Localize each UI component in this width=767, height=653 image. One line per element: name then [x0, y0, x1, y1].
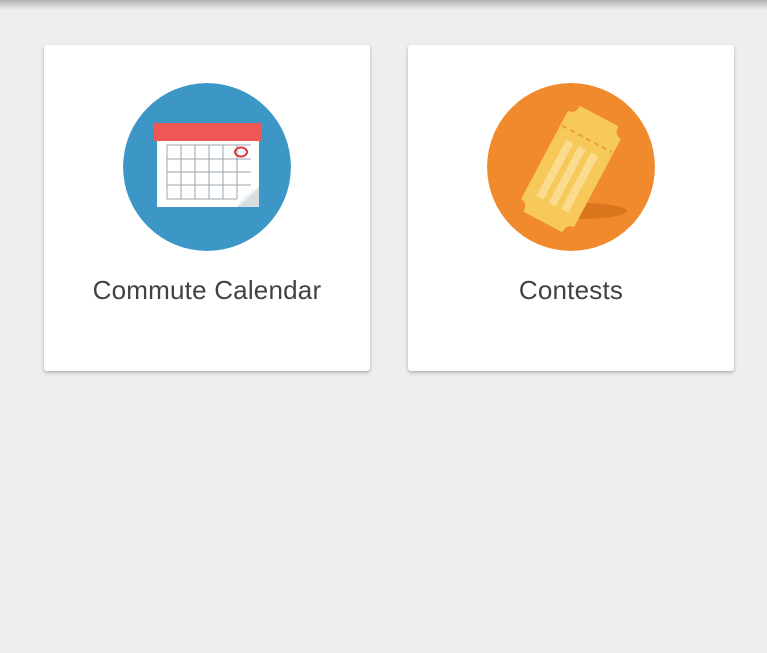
tile-label: Commute Calendar	[92, 275, 322, 305]
commute-calendar-tile[interactable]: Commute Calendar	[44, 45, 370, 371]
ticket-icon	[487, 83, 655, 251]
tile-label: Contests	[518, 275, 624, 305]
calendar-icon	[123, 83, 291, 251]
app-bar-shadow	[0, 0, 767, 10]
contests-tile[interactable]: Contests	[408, 45, 734, 371]
